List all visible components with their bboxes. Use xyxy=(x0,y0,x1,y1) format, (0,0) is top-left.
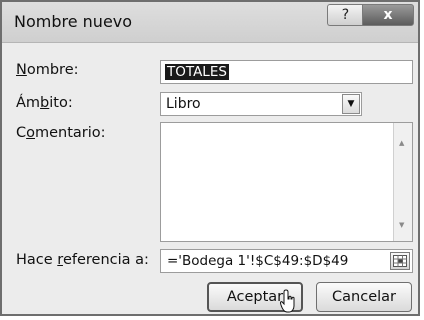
dialog-title: Nombre nuevo xyxy=(14,12,133,31)
scope-dropdown-button[interactable]: ▼ xyxy=(342,94,360,114)
scope-select[interactable]: Libro ▼ xyxy=(160,92,362,116)
reference-input-value: ='Bodega 1'!$C$49:$D$49 xyxy=(167,253,349,269)
name-label: Nombre: xyxy=(16,62,79,78)
name-input[interactable]: TOTALES xyxy=(160,60,413,84)
title-bar: Nombre nuevo ? x xyxy=(2,2,418,43)
range-select-icon xyxy=(393,255,407,267)
reference-input[interactable]: ='Bodega 1'!$C$49:$D$49 xyxy=(160,249,413,273)
name-input-value: TOTALES xyxy=(165,64,229,80)
scroll-down-arrow-icon[interactable]: ▼ xyxy=(399,221,404,229)
reference-label: Hace referencia a: xyxy=(16,252,149,268)
cancel-button-label: Cancelar xyxy=(332,289,396,305)
close-button[interactable]: x xyxy=(362,4,414,26)
help-icon: ? xyxy=(341,7,350,23)
comment-textarea[interactable]: ▲ ▼ xyxy=(160,122,413,242)
name-label-rest: ombre: xyxy=(26,62,79,78)
scroll-up-arrow-icon[interactable]: ▲ xyxy=(399,139,404,147)
scope-select-value: Libro xyxy=(166,96,201,112)
cancel-button[interactable]: Cancelar xyxy=(316,282,412,312)
comment-scrollbar[interactable]: ▲ ▼ xyxy=(393,123,412,241)
ok-button-label: Aceptar xyxy=(226,289,284,305)
scope-label: Ámbito: xyxy=(16,95,73,111)
new-name-dialog: Nombre nuevo ? x Nombre: TOTALES Ámbito:… xyxy=(0,0,420,316)
comment-label: Comentario: xyxy=(16,125,106,141)
mouse-cursor-icon xyxy=(280,289,295,313)
close-icon: x xyxy=(383,7,393,23)
range-select-button[interactable] xyxy=(390,252,410,270)
dropdown-arrow-icon: ▼ xyxy=(347,99,355,109)
help-button[interactable]: ? xyxy=(327,4,363,26)
